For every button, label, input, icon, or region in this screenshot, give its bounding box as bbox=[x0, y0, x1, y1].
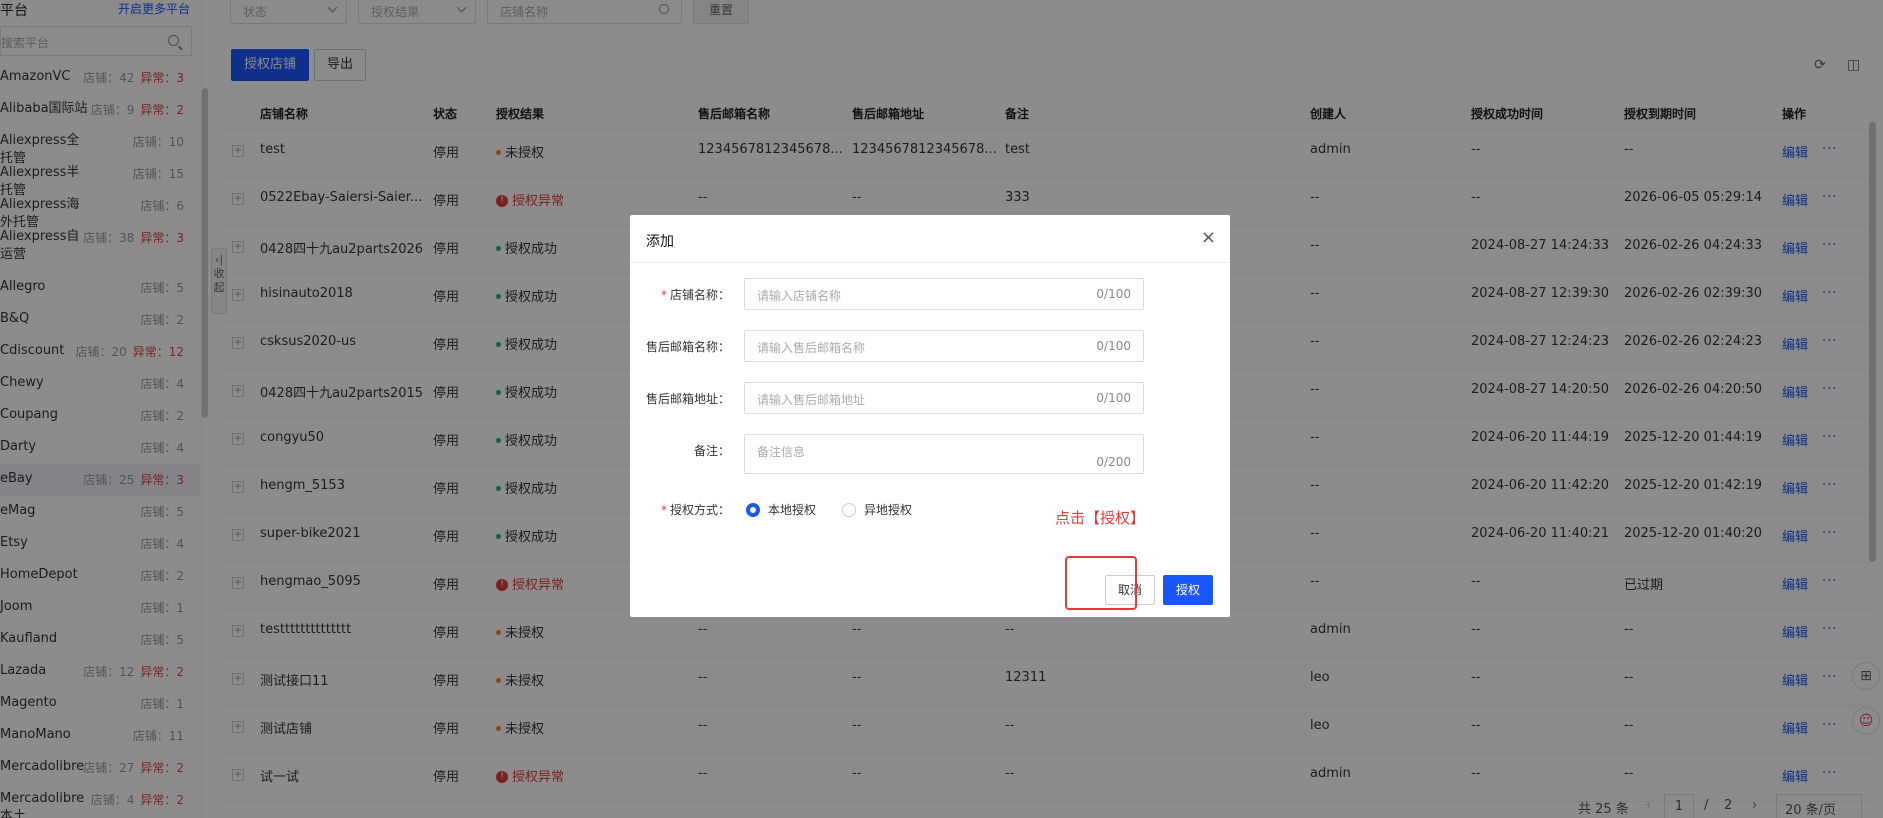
char-counter: 0/100 bbox=[1096, 287, 1131, 301]
mail-address-placeholder: 请输入售后邮箱地址 bbox=[757, 393, 866, 407]
highlight-annotation-box bbox=[1065, 556, 1137, 610]
close-icon[interactable]: × bbox=[1201, 227, 1216, 248]
mail-address-input[interactable]: 请输入售后邮箱地址 0/100 bbox=[744, 382, 1144, 414]
note-placeholder: 备注信息 bbox=[757, 445, 806, 459]
auth-method-label: * 授权方式： bbox=[660, 503, 730, 517]
confirm-authorize-button[interactable]: 授权 bbox=[1163, 575, 1214, 605]
note-label: 备注： bbox=[693, 444, 730, 458]
note-textarea[interactable]: 备注信息 0/200 bbox=[744, 434, 1144, 474]
mail-name-placeholder: 请输入售后邮箱名称 bbox=[757, 341, 866, 355]
mail-address-label: 售后邮箱地址： bbox=[645, 392, 730, 406]
char-counter: 0/100 bbox=[1096, 391, 1131, 405]
dialog-divider bbox=[630, 262, 1230, 263]
shop-name-label: * 店铺名称： bbox=[660, 288, 730, 302]
radio-remote-auth[interactable]: 异地授权 bbox=[842, 501, 912, 518]
shop-name-input[interactable]: 请输入店铺名称 0/100 bbox=[744, 278, 1144, 310]
char-counter: 0/100 bbox=[1096, 339, 1131, 353]
shop-name-placeholder: 请输入店铺名称 bbox=[757, 289, 842, 303]
required-marker: * bbox=[660, 288, 667, 302]
add-shop-dialog: 添加 × * 店铺名称： 请输入店铺名称 0/100 售后邮箱名称： 请输入售后邮… bbox=[630, 215, 1230, 617]
dialog-title: 添加 bbox=[646, 234, 674, 250]
required-marker: * bbox=[660, 503, 667, 517]
click-hint-annotation: 点击【授权】 bbox=[1055, 509, 1146, 527]
radio-local-auth[interactable]: 本地授权 bbox=[746, 501, 816, 518]
radio-checked-icon bbox=[746, 502, 760, 517]
mail-name-input[interactable]: 请输入售后邮箱名称 0/100 bbox=[744, 330, 1144, 362]
radio-unchecked-icon bbox=[842, 502, 856, 517]
char-counter: 0/200 bbox=[1096, 455, 1131, 469]
mail-name-label: 售后邮箱名称： bbox=[645, 340, 730, 354]
